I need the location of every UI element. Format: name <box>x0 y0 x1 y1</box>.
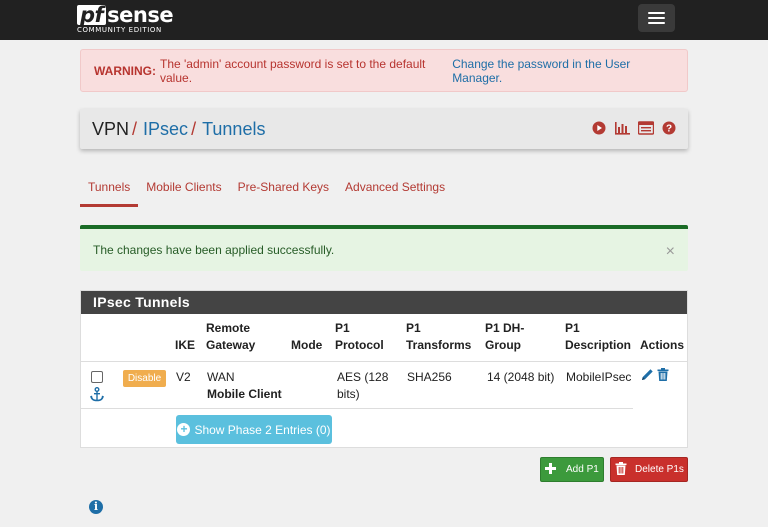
default-password-warning: WARNING: The 'admin' account password is… <box>80 49 688 92</box>
breadcrumb-ipsec[interactable]: IPsec <box>143 119 188 140</box>
col-actions: Actions <box>640 338 685 352</box>
col-p1-transforms-line2: Transforms <box>406 338 472 352</box>
breadcrumb-separator: / <box>132 118 138 139</box>
panel-title: IPsec Tunnels <box>81 291 687 314</box>
tab-mobile-clients[interactable]: Mobile Clients <box>138 177 229 207</box>
show-phase2-label: Show Phase 2 Entries (0) <box>194 422 331 437</box>
col-p1-description-line1: P1 <box>565 321 580 335</box>
show-phase2-entries-button[interactable]: + Show Phase 2 Entries (0) <box>176 415 332 444</box>
logo-wordmark: pf sense <box>77 3 174 27</box>
logo-edition: COMMUNITY EDITION <box>77 26 162 34</box>
top-navbar: pf sense COMMUNITY EDITION <box>0 0 768 40</box>
col-ike: IKE <box>175 338 196 352</box>
log-list-icon[interactable] <box>638 121 654 135</box>
edit-pencil-icon[interactable] <box>641 368 654 384</box>
cell-gateway: WAN <box>207 370 235 384</box>
changes-applied-alert: The changes have been applied successful… <box>80 225 688 271</box>
breadcrumb-separator: / <box>191 118 197 139</box>
cell-description: MobileIPsec <box>566 370 632 384</box>
ipsec-tabs: Tunnels Mobile Clients Pre-Shared Keys A… <box>80 177 453 207</box>
hamburger-line <box>648 22 665 24</box>
cell-protocol-line1: AES (128 <box>337 370 389 384</box>
col-p1-dh-group-line1: P1 DH- <box>485 321 525 335</box>
col-remote-gateway-line1: Remote <box>206 321 251 335</box>
cell-dh-group: 14 (2048 bit) <box>487 370 555 384</box>
hamburger-line <box>648 17 665 19</box>
row-divider <box>81 408 633 409</box>
help-icon[interactable]: ? <box>662 121 676 135</box>
col-p1-description-line2: Description <box>565 338 632 352</box>
disable-tunnel-button[interactable]: Disable <box>123 370 166 387</box>
col-p1-protocol-line2: Protocol <box>335 338 384 352</box>
header-divider <box>81 361 687 362</box>
warning-label: WARNING: <box>94 63 156 78</box>
success-text: The changes have been applied successful… <box>93 243 335 257</box>
breadcrumb: VPN / IPsec / Tunnels ? <box>80 109 688 149</box>
col-remote-gateway-line2: Gateway <box>206 338 256 352</box>
plus-icon <box>545 462 556 477</box>
play-circle-icon[interactable] <box>592 121 606 135</box>
cell-ike: V2 <box>176 370 191 384</box>
pfsense-logo[interactable]: pf sense COMMUNITY EDITION <box>77 3 174 34</box>
cell-gateway-sub: Mobile Client <box>207 387 282 401</box>
breadcrumb-vpn: VPN <box>92 118 130 139</box>
ipsec-tunnels-panel: IPsec Tunnels IKE Remote Gateway Mode P1… <box>80 290 688 448</box>
col-mode: Mode <box>291 338 323 352</box>
plus-circle-icon: + <box>177 423 191 436</box>
col-p1-protocol-line1: P1 <box>335 321 350 335</box>
col-p1-transforms-line1: P1 <box>406 321 421 335</box>
delete-p1s-button[interactable]: Delete P1s <box>610 457 688 482</box>
logo-pf: pf <box>77 5 107 26</box>
breadcrumb-tunnels[interactable]: Tunnels <box>202 119 265 140</box>
hamburger-menu-button[interactable] <box>638 4 675 32</box>
tab-advanced-settings[interactable]: Advanced Settings <box>337 177 453 207</box>
warning-text: The 'admin' account password is set to t… <box>160 56 426 85</box>
logo-sense: sense <box>107 3 174 27</box>
bar-chart-icon[interactable] <box>614 121 630 135</box>
row-select-checkbox[interactable] <box>91 371 103 383</box>
trash-icon <box>615 461 627 478</box>
change-password-link[interactable]: Change the password in the User Manager. <box>452 57 674 85</box>
cell-transforms: SHA256 <box>407 370 452 384</box>
close-icon[interactable]: × <box>666 243 675 261</box>
delete-p1s-label: Delete P1s <box>635 464 684 475</box>
tab-tunnels[interactable]: Tunnels <box>80 177 139 207</box>
svg-text:?: ? <box>666 124 672 135</box>
info-icon[interactable]: i <box>89 500 103 514</box>
header-shortcuts: ? <box>592 121 676 135</box>
trash-icon[interactable] <box>657 368 669 384</box>
hamburger-line <box>648 12 665 14</box>
tab-pre-shared-keys[interactable]: Pre-Shared Keys <box>230 177 337 207</box>
add-p1-button[interactable]: Add P1 <box>540 457 604 482</box>
add-p1-label: Add P1 <box>566 464 599 475</box>
anchor-icon[interactable] <box>90 387 104 405</box>
cell-protocol-line2: bits) <box>337 387 360 401</box>
col-p1-dh-group-line2: Group <box>485 338 521 352</box>
